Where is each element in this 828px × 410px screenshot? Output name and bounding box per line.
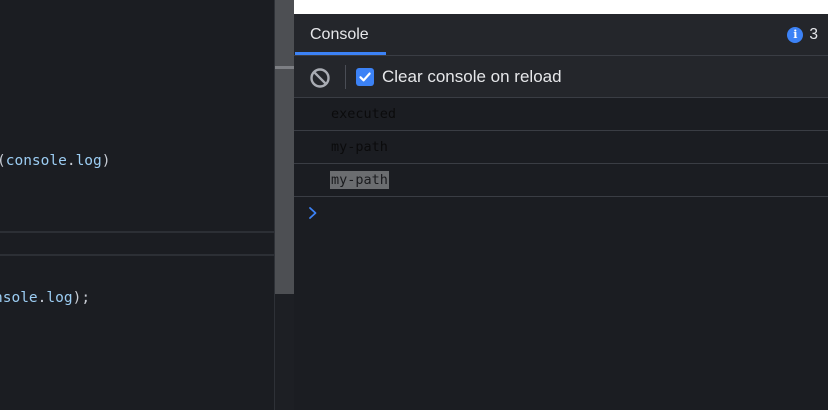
console-message: executed bbox=[294, 98, 828, 131]
page-preview-strip bbox=[294, 0, 828, 14]
code-identifier: console bbox=[5, 153, 67, 169]
clear-console-button[interactable] bbox=[309, 67, 331, 89]
code-line: nsole.log); bbox=[0, 288, 90, 308]
tab-console[interactable]: Console bbox=[295, 14, 384, 55]
devtools-tabbar: Console i 3 bbox=[294, 14, 828, 56]
block-icon bbox=[310, 68, 330, 88]
console-message-text: executed bbox=[331, 106, 397, 122]
console-message: my-path bbox=[294, 164, 828, 197]
code-identifier: nsole bbox=[0, 290, 38, 306]
devtools-panel: Console i 3 Clear console on reload exec… bbox=[294, 0, 828, 410]
checkmark-icon bbox=[359, 72, 371, 81]
code-punctuation: ); bbox=[72, 290, 91, 306]
console-message-text: my-path bbox=[331, 139, 388, 155]
code-identifier: log bbox=[46, 290, 73, 306]
scrollbar-marker bbox=[275, 66, 294, 69]
clear-on-reload-toggle[interactable]: Clear console on reload bbox=[356, 56, 562, 97]
code-punctuation: . bbox=[66, 153, 76, 169]
code-editor[interactable]: (console.log) nsole.log); bbox=[0, 0, 274, 410]
console-prompt bbox=[306, 205, 320, 221]
app-window: (console.log) nsole.log); Console i 3 bbox=[0, 0, 828, 410]
issues-counter[interactable]: i 3 bbox=[787, 14, 818, 55]
code-identifier: log bbox=[75, 153, 102, 169]
chevron-right-icon bbox=[309, 207, 317, 219]
code-line: (console.log) bbox=[0, 151, 111, 171]
tab-label: Console bbox=[310, 25, 369, 43]
toolbar-divider bbox=[345, 65, 346, 89]
console-input[interactable] bbox=[328, 200, 818, 226]
issues-count: 3 bbox=[809, 25, 818, 43]
editor-scrollbar[interactable] bbox=[275, 0, 294, 294]
active-tab-indicator bbox=[295, 52, 386, 55]
info-icon: i bbox=[787, 26, 804, 43]
console-message-text: my-path bbox=[330, 171, 389, 189]
code-punctuation: ) bbox=[101, 153, 111, 169]
clear-on-reload-checkbox[interactable] bbox=[356, 67, 374, 86]
console-toolbar: Clear console on reload bbox=[294, 56, 828, 98]
clear-on-reload-label: Clear console on reload bbox=[382, 66, 562, 86]
console-message: my-path bbox=[294, 131, 828, 164]
current-line-highlight bbox=[0, 231, 274, 256]
